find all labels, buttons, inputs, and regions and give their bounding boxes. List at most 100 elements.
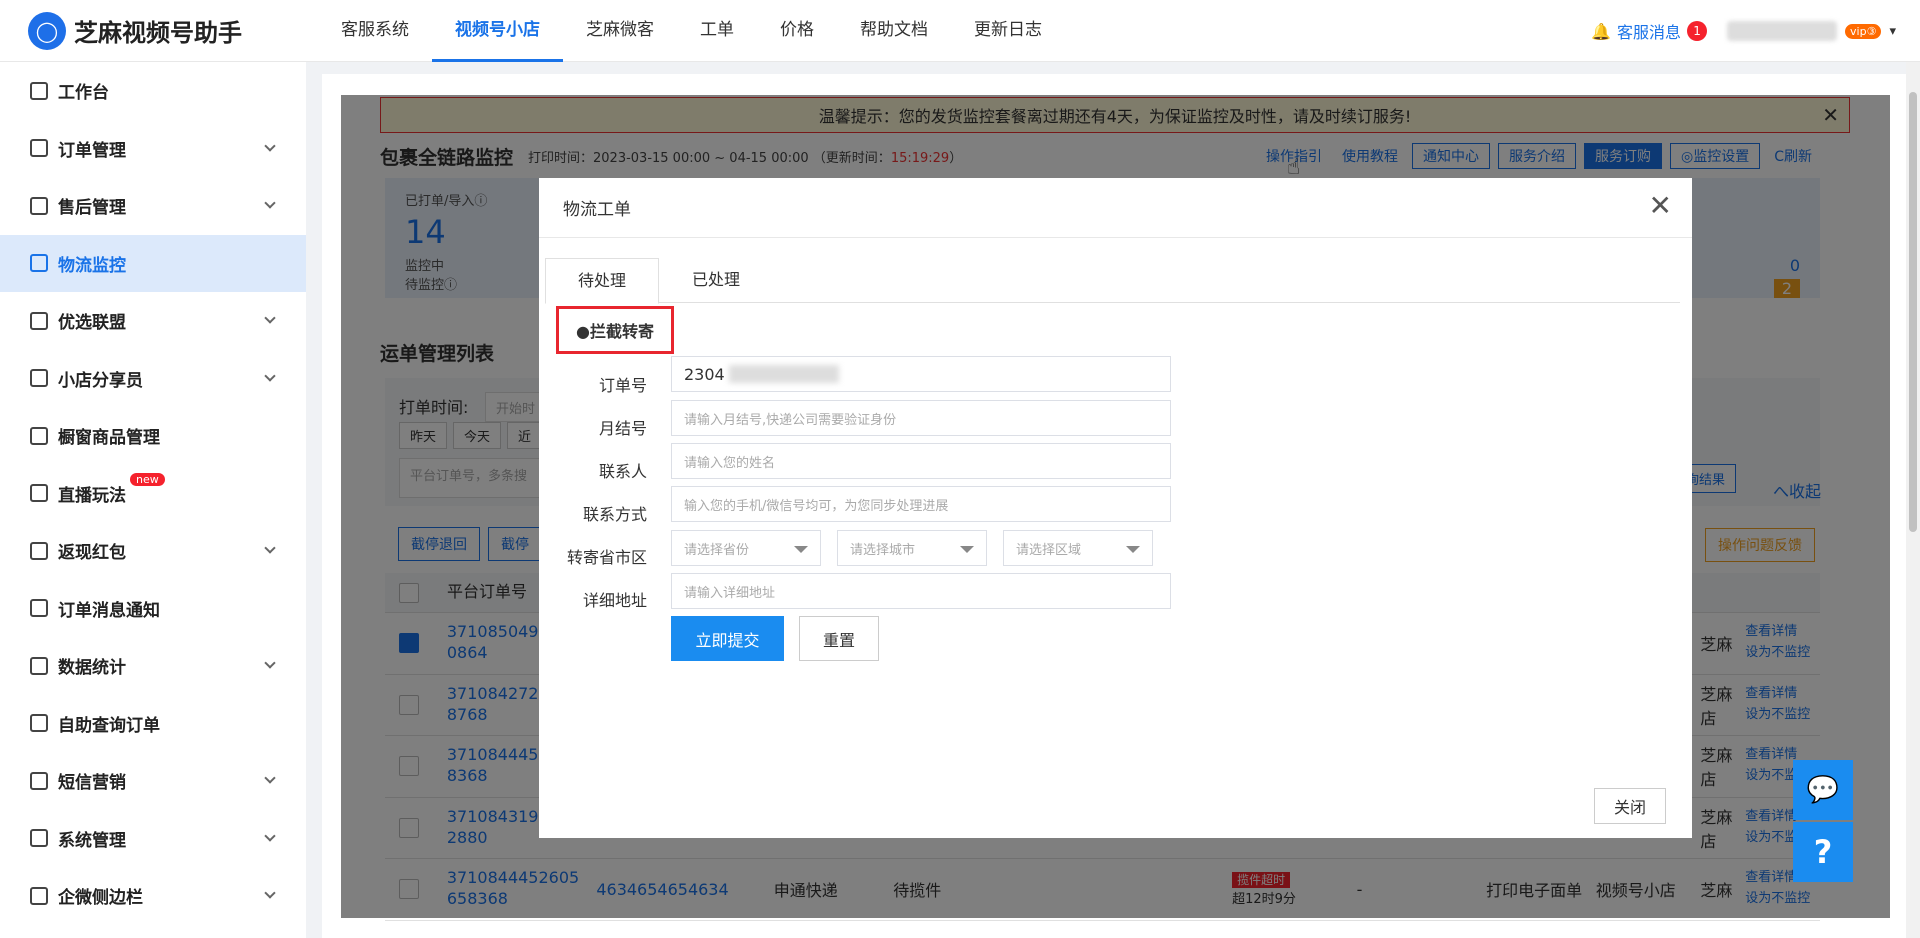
user-name-blurred[interactable] xyxy=(1727,21,1838,41)
modal-tabs: 待处理 已处理 xyxy=(545,258,1680,304)
chevron-down-icon xyxy=(264,829,276,842)
contact-name-row: 联系人 xyxy=(539,458,647,482)
share-icon xyxy=(30,369,48,388)
chat-icon[interactable]: 💬 xyxy=(1793,760,1853,820)
region-row: 转寄省市区 xyxy=(539,544,647,568)
city-select[interactable]: 请选择城市 xyxy=(837,530,987,566)
app-name: 芝麻视频号助手 xyxy=(74,19,242,47)
sidebar-item-label: 短信营销 xyxy=(58,773,126,794)
sidebar-item-7[interactable]: 直播玩法 new xyxy=(0,465,306,523)
help-icon[interactable]: ? xyxy=(1793,822,1853,882)
redpacket-icon xyxy=(30,541,48,560)
contact-method-row: 联系方式 xyxy=(539,501,647,525)
chevron-down-icon xyxy=(264,197,276,209)
tab-pending[interactable]: 待处理 xyxy=(545,258,659,304)
nav-video-shop[interactable]: 视频号小店 xyxy=(432,0,563,62)
contact-method-input[interactable]: 输入您的手机/微信号均可，为您同步处理进展 xyxy=(671,486,1171,522)
monthly-no-row: 月结号 xyxy=(539,415,647,439)
province-select[interactable]: 请选择省份 xyxy=(671,530,821,566)
close-icon[interactable]: ✕ xyxy=(1649,192,1672,220)
nav-help[interactable]: 帮助文档 xyxy=(837,0,951,62)
monthly-no-label: 月结号 xyxy=(598,419,647,438)
chevron-down-icon xyxy=(960,546,974,553)
nav-weike[interactable]: 芝麻微客 xyxy=(563,0,677,62)
sidebar-item-10[interactable]: 数据统计 xyxy=(0,637,306,695)
search-order-icon xyxy=(30,714,48,733)
sidebar-item-5[interactable]: 小店分享员 xyxy=(0,350,306,408)
contact-method-label: 联系方式 xyxy=(582,505,647,524)
nav-ticket[interactable]: 工单 xyxy=(677,0,757,62)
order-no-row: 订单号 xyxy=(539,372,647,396)
hand-cursor-icon: ☝ xyxy=(1287,155,1301,180)
sidebar-item-2[interactable]: 售后管理 xyxy=(0,177,306,235)
contact-name-input[interactable]: 请输入您的姓名 xyxy=(671,443,1171,479)
submit-button[interactable]: 立即提交 xyxy=(671,616,784,661)
message-count-badge: 1 xyxy=(1687,21,1708,41)
address-input[interactable]: 请输入详细地址 xyxy=(671,573,1171,609)
sidebar-item-4[interactable]: 优选联盟 xyxy=(0,292,306,350)
sidebar-item-label: 小店分享员 xyxy=(58,370,143,391)
notice-icon xyxy=(30,599,48,618)
chevron-down-icon xyxy=(264,657,276,669)
address-row: 详细地址 xyxy=(539,587,647,611)
kefu-message[interactable]: 🔔 客服消息 1 xyxy=(1591,19,1708,43)
sidebar-item-label: 订单管理 xyxy=(58,140,126,161)
truck-icon xyxy=(30,254,48,273)
sidebar-item-label: 返现红包 xyxy=(58,543,126,564)
chevron-down-icon xyxy=(794,546,808,553)
modal-title: 物流工单 xyxy=(539,178,1692,238)
chevron-down-icon xyxy=(1126,546,1140,553)
sidebar-item-label: 自助查询订单 xyxy=(58,715,160,736)
top-right: 🔔 客服消息 1 vip③ ▾ xyxy=(1591,0,1896,62)
list-icon xyxy=(30,886,48,905)
sidebar-item-label: 售后管理 xyxy=(58,198,126,219)
monthly-no-input[interactable]: 请输入月结号,快递公司需要验证身份 xyxy=(671,400,1171,436)
terminal-icon xyxy=(30,829,48,848)
bell-icon: 🔔 xyxy=(1591,21,1612,41)
return-icon xyxy=(30,196,48,215)
chevron-down-icon xyxy=(264,887,276,899)
address-label: 详细地址 xyxy=(582,591,647,610)
tab-processed[interactable]: 已处理 xyxy=(659,258,773,304)
document-icon xyxy=(30,139,48,158)
sidebar-item-9[interactable]: 订单消息通知 xyxy=(0,580,306,638)
chevron-down-icon[interactable]: ▾ xyxy=(1889,24,1896,39)
sidebar-item-3[interactable]: 物流监控 xyxy=(0,234,306,292)
sidebar-item-label: 直播玩法 xyxy=(58,485,126,506)
sidebar-item-13[interactable]: 系统管理 xyxy=(0,810,306,868)
reset-button[interactable]: 重置 xyxy=(799,616,879,661)
sms-icon xyxy=(30,771,48,790)
sidebar-item-6[interactable]: 橱窗商品管理 xyxy=(0,407,306,465)
sidebar-item-label: 工作台 xyxy=(58,83,109,104)
close-button[interactable]: 关闭 xyxy=(1594,788,1666,824)
chevron-down-icon xyxy=(264,542,276,554)
order-no-value: 2304 xyxy=(684,364,725,384)
logistics-ticket-modal: 物流工单 ✕ 待处理 已处理 ●拦截转寄 订单号 2304 月结号 请输入月结号… xyxy=(539,178,1692,838)
logo-icon: ◯ xyxy=(28,11,66,50)
sidebar-item-0[interactable]: 工作台 xyxy=(0,62,306,120)
sidebar-item-14[interactable]: 企微侧边栏 xyxy=(0,867,306,925)
sidebar-item-label: 物流监控 xyxy=(58,255,126,276)
desktop-icon xyxy=(30,81,48,100)
sidebar-item-12[interactable]: 短信营销 xyxy=(0,752,306,810)
sidebar-item-11[interactable]: 自助查询订单 xyxy=(0,695,306,753)
sidebar-item-1[interactable]: 订单管理 xyxy=(0,120,306,178)
order-no-label: 订单号 xyxy=(598,376,647,395)
chevron-down-icon xyxy=(264,772,276,784)
sidebar-item-8[interactable]: 返现红包 xyxy=(0,522,306,580)
scrollbar-thumb[interactable] xyxy=(1909,92,1917,532)
order-no-input[interactable]: 2304 xyxy=(671,356,1171,392)
app-logo[interactable]: ◯ 芝麻视频号助手 xyxy=(28,11,318,50)
intercept-forward-section: ●拦截转寄 xyxy=(556,306,674,354)
page-scrollbar[interactable] xyxy=(1906,62,1920,938)
sidebar-item-label: 系统管理 xyxy=(58,830,126,851)
nav-kefu[interactable]: 客服系统 xyxy=(318,0,432,62)
region-label: 转寄省市区 xyxy=(566,548,647,567)
chevron-down-icon xyxy=(264,369,276,382)
alliance-icon xyxy=(30,311,48,330)
nav-price[interactable]: 价格 xyxy=(757,0,837,62)
city-placeholder: 请选择城市 xyxy=(850,542,916,558)
sidebar-item-label: 企微侧边栏 xyxy=(58,888,143,909)
nav-changelog[interactable]: 更新日志 xyxy=(951,0,1065,62)
district-select[interactable]: 请选择区域 xyxy=(1003,530,1153,566)
